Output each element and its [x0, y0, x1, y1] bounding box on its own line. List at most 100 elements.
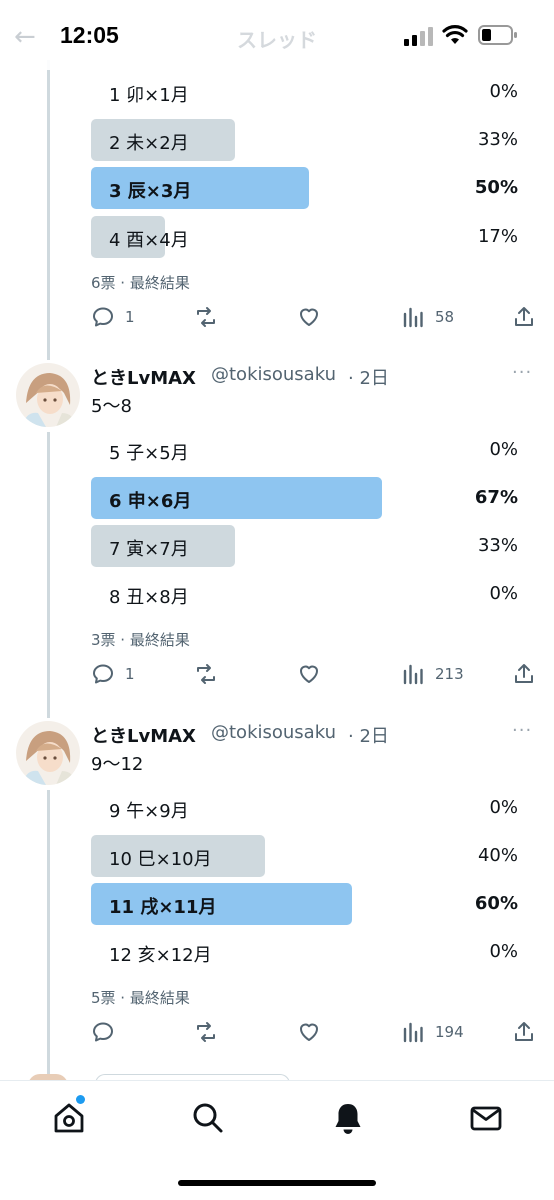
- tweet-text: 5〜8: [91, 396, 132, 417]
- share-button[interactable]: [512, 1018, 536, 1046]
- views-button[interactable]: 194: [401, 1018, 464, 1046]
- poll-option: 1 卯×1月 0%: [91, 71, 526, 113]
- thread-line: [47, 432, 50, 718]
- tweet-actions: 194: [91, 1018, 533, 1046]
- poll-option-percent: 40%: [477, 845, 518, 866]
- status-bar: ← スレッド 12:05: [0, 0, 554, 70]
- poll-option: 9 午×9月 0%: [91, 787, 526, 829]
- views-count: 58: [435, 308, 455, 326]
- tweet-time[interactable]: · 2日: [348, 722, 389, 748]
- retweet-button[interactable]: [194, 660, 218, 688]
- views-chart-icon: [403, 664, 423, 685]
- poll-option-label: 8 丑×8月: [109, 587, 189, 608]
- poll-option-percent: 17%: [477, 226, 518, 247]
- heart-icon: [300, 308, 318, 326]
- poll-option-label: 2 未×2月: [109, 133, 189, 154]
- poll-option-percent: 0%: [489, 439, 518, 460]
- more-options-icon[interactable]: ···: [512, 362, 532, 383]
- like-button[interactable]: [297, 660, 321, 688]
- views-count: 213: [435, 665, 464, 683]
- poll-option: 8 丑×8月 0%: [91, 573, 526, 615]
- avatar-illustration: [16, 363, 80, 427]
- poll-option-label: 7 寅×7月: [109, 539, 189, 560]
- poll-option-label: 9 午×9月: [109, 801, 189, 822]
- share-icon: [515, 1022, 533, 1041]
- retweet-icon: [197, 1022, 215, 1042]
- home-icon[interactable]: [52, 1101, 86, 1135]
- tweet-actions: 1 213: [91, 660, 533, 688]
- author-name[interactable]: ときLvMAX: [91, 364, 196, 390]
- poll-option-percent: 67%: [474, 487, 518, 508]
- poll-option-percent: 0%: [489, 583, 518, 604]
- messages-icon[interactable]: [469, 1101, 503, 1135]
- share-icon: [515, 307, 533, 326]
- reply-icon: [93, 664, 113, 684]
- poll-option-label: 4 酉×4月: [109, 230, 189, 251]
- tweet-actions: 1 58: [91, 303, 533, 331]
- poll-option-percent: 60%: [474, 893, 518, 914]
- share-button[interactable]: [512, 660, 536, 688]
- reply-button[interactable]: 1: [91, 303, 135, 331]
- reply-button[interactable]: [91, 1018, 125, 1046]
- views-button[interactable]: 213: [401, 660, 464, 688]
- poll-option-label: 6 申×6月: [109, 491, 192, 512]
- poll-option-label: 10 巳×10月: [109, 849, 212, 870]
- avatar-illustration: [16, 721, 80, 785]
- author-handle[interactable]: @tokisousaku: [211, 364, 336, 385]
- poll-option-percent: 33%: [477, 129, 518, 150]
- home-indicator[interactable]: [178, 1180, 376, 1186]
- like-button[interactable]: [297, 1018, 321, 1046]
- cellular-signal-icon: [404, 27, 433, 46]
- views-count: 194: [435, 1023, 464, 1041]
- share-button[interactable]: [512, 303, 536, 331]
- poll-option: 2 未×2月 33%: [91, 119, 526, 161]
- poll-option-percent: 0%: [489, 81, 518, 102]
- poll-option-label: 5 子×5月: [109, 443, 189, 464]
- poll-meta: 3票 · 最終結果: [91, 631, 190, 649]
- poll-option-label: 11 戌×11月: [109, 897, 217, 918]
- poll-option-label: 12 亥×12月: [109, 945, 212, 966]
- poll-meta: 5票 · 最終結果: [91, 989, 190, 1007]
- poll-option: 6 申×6月 67%: [91, 477, 526, 519]
- poll-option: 3 辰×3月 50%: [91, 167, 526, 209]
- battery-icon: [478, 25, 517, 45]
- author-handle[interactable]: @tokisousaku: [211, 722, 336, 743]
- avatar[interactable]: [16, 721, 80, 785]
- status-time: 12:05: [60, 22, 119, 48]
- poll-option-label: 1 卯×1月: [109, 85, 189, 106]
- views-button[interactable]: 58: [401, 303, 454, 331]
- reply-icon: [93, 1022, 113, 1042]
- tweet-text: 9〜12: [91, 754, 144, 775]
- home-badge: [76, 1095, 85, 1104]
- reply-count: 1: [125, 665, 135, 683]
- avatar[interactable]: [16, 363, 80, 427]
- author-name[interactable]: ときLvMAX: [91, 722, 196, 748]
- heart-icon: [300, 665, 318, 683]
- retweet-button[interactable]: [194, 1018, 218, 1046]
- poll-option-label: 3 辰×3月: [109, 181, 192, 202]
- notifications-icon[interactable]: [331, 1101, 365, 1135]
- poll-option: 7 寅×7月 33%: [91, 525, 526, 567]
- reply-count: 1: [125, 308, 135, 326]
- poll-option: 4 酉×4月 17%: [91, 216, 526, 258]
- views-chart-icon: [403, 1022, 423, 1043]
- poll-option: 12 亥×12月 0%: [91, 931, 526, 973]
- thread-line: [47, 790, 50, 1080]
- tweet-time[interactable]: · 2日: [348, 364, 389, 390]
- poll-option-percent: 50%: [474, 177, 518, 198]
- views-chart-icon: [403, 307, 423, 328]
- retweet-button[interactable]: [194, 303, 218, 331]
- poll-option-percent: 0%: [489, 797, 518, 818]
- poll-option: 11 戌×11月 60%: [91, 883, 526, 925]
- retweet-icon: [197, 307, 215, 327]
- heart-icon: [300, 1023, 318, 1041]
- share-icon: [515, 664, 533, 683]
- retweet-icon: [197, 664, 215, 684]
- more-options-icon[interactable]: ···: [512, 720, 532, 741]
- poll-option-percent: 33%: [477, 535, 518, 556]
- poll-option: 5 子×5月 0%: [91, 429, 526, 471]
- poll-meta: 6票 · 最終結果: [91, 274, 190, 292]
- like-button[interactable]: [297, 303, 321, 331]
- reply-button[interactable]: 1: [91, 660, 135, 688]
- search-icon[interactable]: [191, 1101, 225, 1135]
